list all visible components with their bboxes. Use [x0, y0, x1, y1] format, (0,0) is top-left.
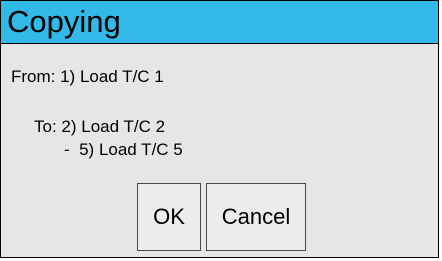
- copy-from-text: From: 1) Load T/C 1: [11, 67, 164, 86]
- dialog-title: Copying: [7, 4, 121, 39]
- cancel-button[interactable]: Cancel: [206, 183, 306, 251]
- title-bar: Copying: [1, 1, 438, 44]
- copying-dialog: Copying From: 1) Load T/C 1 To: 2) Load …: [0, 0, 439, 258]
- copy-to-text: To: 2) Load T/C 2: [34, 117, 166, 136]
- copy-range-end-text: - 5) Load T/C 5: [64, 140, 183, 159]
- ok-button[interactable]: OK: [137, 183, 201, 251]
